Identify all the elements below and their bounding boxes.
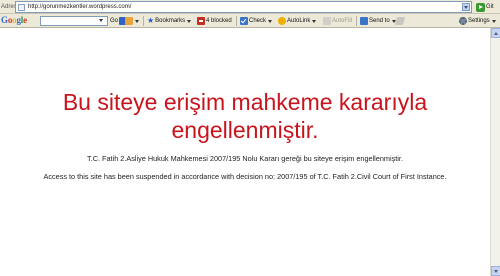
sendto-button[interactable]: Send to bbox=[360, 17, 396, 25]
google-logo-letter: G bbox=[1, 15, 8, 25]
address-bar: Adres http://gorunmezkentler.wordpress.c… bbox=[0, 0, 500, 14]
scroll-up-icon[interactable] bbox=[491, 28, 500, 38]
vertical-scrollbar[interactable] bbox=[490, 28, 500, 276]
star-icon: ★ bbox=[147, 16, 155, 25]
google-toolbar: Google Go ★ Bookmarks 4 blocked Check Au… bbox=[0, 14, 500, 28]
highlighter-icon bbox=[394, 17, 406, 25]
address-dropdown-icon[interactable] bbox=[462, 3, 470, 11]
chevron-down-icon bbox=[268, 19, 273, 23]
page-icon bbox=[18, 4, 25, 11]
popup-blocker-button[interactable]: 4 blocked bbox=[197, 17, 232, 25]
sendto-label: Send to bbox=[369, 18, 390, 24]
block-headline: Bu siteye erişim mahkeme kararıyla engel… bbox=[62, 89, 428, 143]
chevron-down-icon bbox=[491, 19, 496, 23]
autofill-label: AutoFill bbox=[332, 18, 353, 24]
toolbar-divider bbox=[236, 16, 237, 26]
address-input[interactable]: http://gorunmezkentler.wordpress.com/ bbox=[15, 1, 472, 13]
autofill-icon bbox=[323, 17, 331, 25]
google-logo-letter: e bbox=[23, 15, 27, 25]
toolbar-divider bbox=[143, 16, 144, 26]
autolink-label: AutoLink bbox=[287, 18, 311, 24]
check-label: Check bbox=[249, 18, 267, 24]
toolbar-divider bbox=[356, 16, 357, 26]
blocked-label: 4 blocked bbox=[206, 18, 232, 24]
google-search-input[interactable] bbox=[40, 16, 108, 26]
bookmarks-button[interactable]: ★ Bookmarks bbox=[147, 16, 192, 25]
settings-label: Settings bbox=[468, 18, 490, 24]
go-button[interactable]: Git bbox=[476, 1, 500, 13]
autolink-icon bbox=[278, 17, 286, 25]
block-notice-english: Access to this site has been suspended i… bbox=[43, 172, 447, 181]
go-label: Git bbox=[486, 4, 494, 10]
popup-options-button[interactable] bbox=[125, 17, 139, 25]
scroll-down-icon[interactable] bbox=[491, 266, 500, 276]
chevron-down-icon bbox=[187, 19, 192, 23]
check-icon bbox=[240, 17, 248, 25]
chevron-down-icon bbox=[312, 19, 317, 23]
bookmarks-label: Bookmarks bbox=[155, 18, 186, 24]
send-to-icon bbox=[360, 17, 368, 25]
autofill-button[interactable]: AutoFill bbox=[323, 17, 352, 25]
gear-icon bbox=[459, 17, 467, 25]
google-logo[interactable]: Google bbox=[1, 15, 27, 25]
block-notice-turkish: T.C. Fatih 2.Asliye Hukuk Mahkemesi 2007… bbox=[87, 154, 403, 163]
page-content: Bu siteye erişim mahkeme kararıyla engel… bbox=[0, 28, 500, 276]
spellcheck-button[interactable]: Check bbox=[240, 17, 273, 25]
address-label: Adres bbox=[1, 3, 17, 10]
google-go-label: Go bbox=[110, 18, 119, 24]
autolink-button[interactable]: AutoLink bbox=[278, 17, 317, 25]
popup-icon bbox=[125, 17, 133, 25]
chevron-down-icon bbox=[135, 19, 139, 23]
search-history-dropdown-icon[interactable] bbox=[99, 19, 103, 22]
highlight-button[interactable] bbox=[394, 17, 406, 25]
go-arrow-icon bbox=[476, 2, 485, 12]
address-url: http://gorunmezkentler.wordpress.com/ bbox=[28, 4, 132, 10]
settings-button[interactable]: Settings bbox=[459, 17, 496, 25]
blocked-icon bbox=[197, 17, 205, 25]
